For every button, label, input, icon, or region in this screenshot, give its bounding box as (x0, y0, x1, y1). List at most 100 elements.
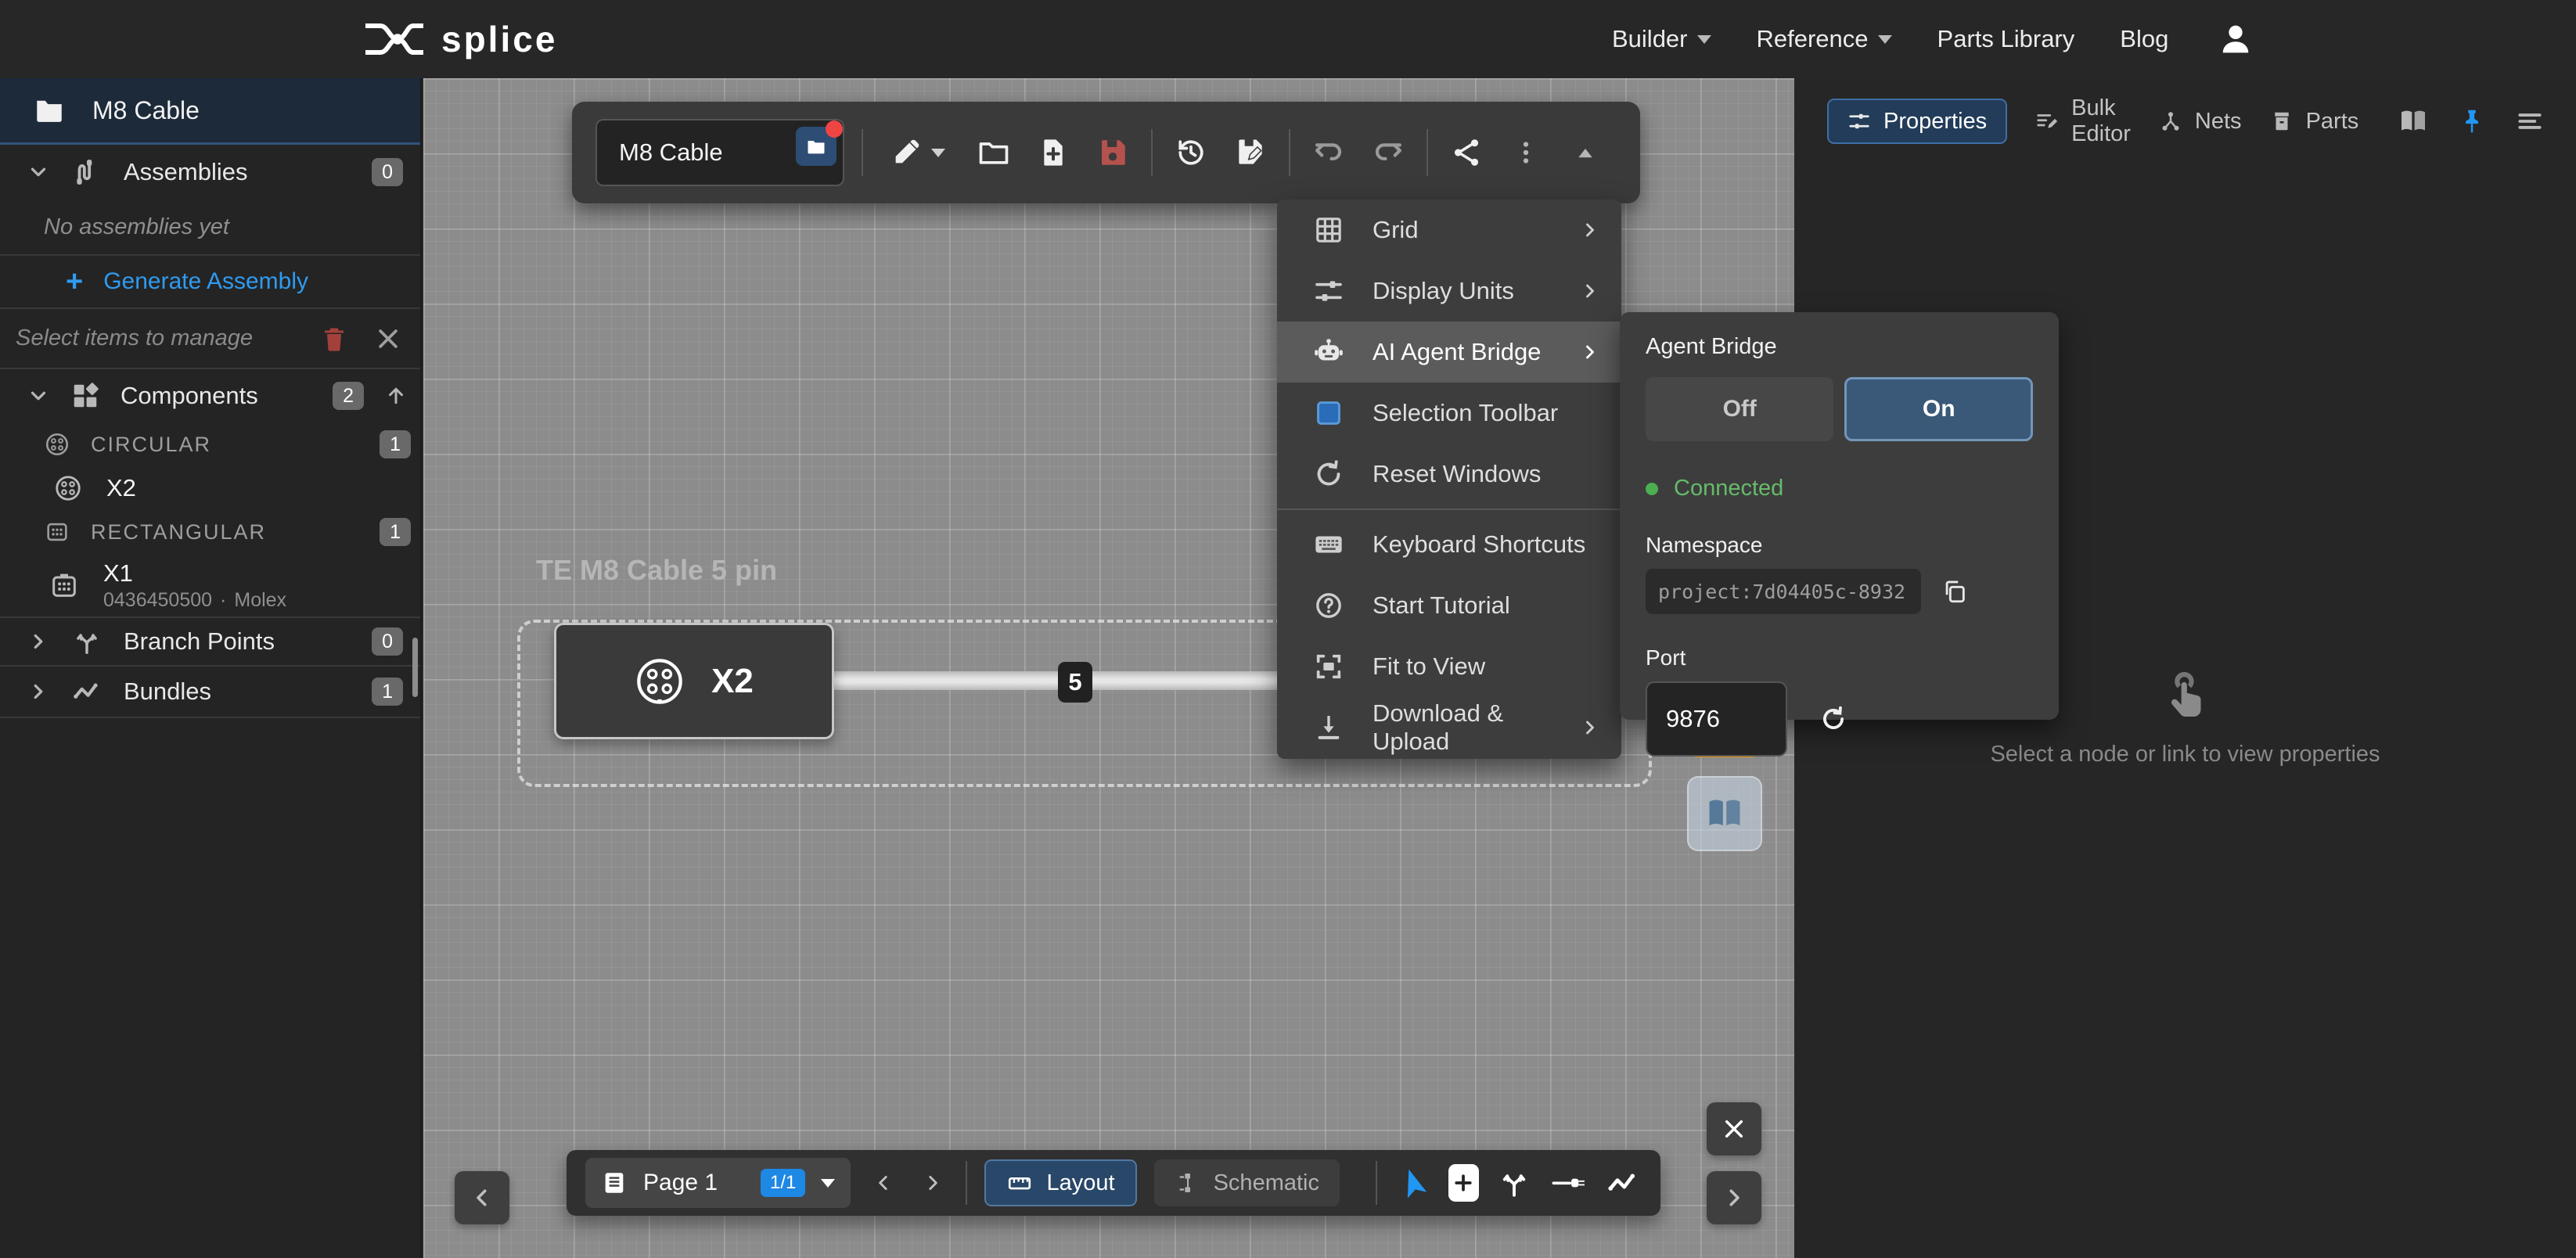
menu-item-ai-agent-bridge[interactable]: AI Agent Bridge (1277, 322, 1621, 383)
menu-item-selection-toolbar[interactable]: Selection Toolbar (1277, 383, 1621, 444)
splice-logo-icon (365, 20, 424, 59)
manage-hint-text: Select items to manage (16, 325, 320, 351)
redo-button[interactable] (1367, 129, 1409, 176)
project-pages-button[interactable] (796, 127, 836, 166)
add-component-tool[interactable] (1448, 1164, 1478, 1202)
menu-item-display-units[interactable]: Display Units (1277, 261, 1621, 322)
components-section-header[interactable]: Components 2 (0, 369, 420, 422)
pin-icon[interactable] (2457, 106, 2487, 136)
open-project-button[interactable] (973, 129, 1015, 176)
bridge-off-button[interactable]: Off (1646, 377, 1833, 441)
fit-to-view-icon (1311, 651, 1346, 682)
splice-logo[interactable]: splice (365, 0, 557, 78)
tab-properties[interactable]: Properties (1827, 99, 2007, 144)
bundle-tool[interactable] (1605, 1159, 1642, 1206)
kebab-menu-icon (1512, 138, 1540, 167)
schematic-view-button[interactable]: Schematic (1154, 1159, 1340, 1206)
pan-navigate-tool[interactable] (1394, 1159, 1431, 1206)
nets-icon (2159, 110, 2182, 133)
branch-points-label: Branch Points (124, 627, 350, 656)
collapse-up-icon[interactable] (384, 384, 408, 408)
cable-label: TE M8 Cable 5 pin (536, 554, 777, 587)
layout-view-button[interactable]: Layout (984, 1159, 1137, 1206)
menu-item-reset-windows[interactable]: Reset Windows (1277, 444, 1621, 505)
save-button[interactable] (1092, 129, 1134, 176)
x2-item-label: X2 (106, 474, 136, 502)
save-as-button[interactable] (1229, 129, 1272, 176)
copy-icon[interactable] (1941, 578, 1968, 605)
nav-reference[interactable]: Reference (1757, 25, 1892, 53)
clear-selection-icon[interactable] (375, 325, 401, 352)
menu-item-fit-to-view[interactable]: Fit to View (1277, 636, 1621, 697)
nav-builder[interactable]: Builder (1612, 25, 1711, 53)
project-header[interactable]: M8 Cable (0, 78, 420, 145)
chevron-down-icon (821, 1179, 835, 1188)
tab-bulk-editor[interactable]: Bulk Editor (2035, 95, 2131, 147)
assemblies-section-header[interactable]: Assemblies 0 (0, 145, 420, 199)
menu-item-keyboard-shortcuts[interactable]: Keyboard Shortcuts (1277, 514, 1621, 575)
wire-tool[interactable] (1550, 1159, 1587, 1206)
circular-group-label: CIRCULAR (91, 433, 359, 457)
project-name-field[interactable] (595, 119, 844, 186)
edit-mode-button[interactable] (880, 129, 955, 176)
collapse-left-panel-button[interactable] (455, 1171, 509, 1224)
project-name-input[interactable] (597, 138, 793, 167)
canvas-close-button[interactable] (1707, 1102, 1761, 1156)
tab-parts[interactable]: Parts (2270, 109, 2359, 135)
chevron-down-icon (931, 149, 945, 157)
branch-tool[interactable] (1496, 1159, 1533, 1206)
tab-properties-label: Properties (1883, 109, 1987, 135)
canvas-toolbar (572, 102, 1640, 203)
agent-bridge-panel: Agent Bridge Off On Connected Namespace … (1620, 312, 2059, 720)
tab-nets[interactable]: Nets (2159, 109, 2242, 135)
branch-points-section-header[interactable]: Branch Points 0 (0, 618, 420, 667)
floating-book-button[interactable] (1687, 776, 1762, 851)
page-selector[interactable]: Page 1 1/1 (585, 1158, 851, 1208)
menu-item-download-upload[interactable]: Download & Upload (1277, 697, 1621, 758)
menu-lines-icon[interactable] (2515, 106, 2545, 136)
bridge-on-button[interactable]: On (1844, 377, 2033, 441)
port-input[interactable] (1646, 681, 1787, 757)
branch-points-count-badge: 0 (372, 627, 403, 656)
bundles-section-header[interactable]: Bundles 1 (0, 667, 420, 718)
user-avatar[interactable] (2214, 17, 2258, 61)
sidebar-scrollbar[interactable] (412, 638, 418, 697)
menu-item-label: Selection Toolbar (1373, 399, 1601, 427)
connector-node-x2[interactable]: X2 (554, 623, 834, 739)
previous-page-button[interactable] (868, 1159, 899, 1206)
share-button[interactable] (1445, 129, 1488, 176)
refresh-icon[interactable] (1819, 704, 1848, 734)
port-label: Port (1646, 645, 2033, 670)
group-rectangular[interactable]: RECTANGULAR 1 (0, 510, 420, 554)
book-icon[interactable] (2398, 106, 2429, 137)
group-circular[interactable]: CIRCULAR 1 (0, 422, 420, 466)
next-page-button[interactable] (917, 1159, 948, 1206)
redo-icon (1372, 136, 1405, 169)
properties-sliders-icon (1847, 110, 1871, 133)
nav-blog[interactable]: Blog (2120, 25, 2168, 53)
new-file-button[interactable] (1032, 129, 1074, 176)
branch-icon (72, 627, 102, 656)
undo-button[interactable] (1308, 129, 1350, 176)
namespace-input[interactable] (1646, 569, 1921, 614)
x1-item-label: X1 (103, 559, 286, 588)
page-label: Page 1 (643, 1170, 745, 1196)
tab-nets-label: Nets (2195, 109, 2242, 135)
menu-item-start-tutorial[interactable]: Start Tutorial (1277, 575, 1621, 636)
close-icon[interactable] (2573, 107, 2576, 135)
page-document-icon (601, 1170, 628, 1196)
more-options-button[interactable] (1505, 129, 1547, 176)
nav-parts-library[interactable]: Parts Library (1937, 25, 2075, 53)
collapse-toolbar-button[interactable] (1564, 129, 1606, 176)
generate-assembly-button[interactable]: + Generate Assembly (0, 254, 420, 309)
history-button[interactable] (1170, 129, 1212, 176)
history-clock-icon (1174, 135, 1208, 170)
component-item-x1[interactable]: X1 0436450500 · Molex (0, 554, 420, 618)
x1-manufacturer: Molex (234, 589, 286, 612)
share-icon (1450, 136, 1483, 169)
expand-right-panel-button[interactable] (1707, 1171, 1761, 1224)
trash-icon[interactable] (320, 325, 348, 353)
component-item-x2[interactable]: X2 (0, 466, 420, 510)
menu-item-grid[interactable]: Grid (1277, 199, 1621, 261)
schematic-icon (1175, 1170, 1200, 1195)
